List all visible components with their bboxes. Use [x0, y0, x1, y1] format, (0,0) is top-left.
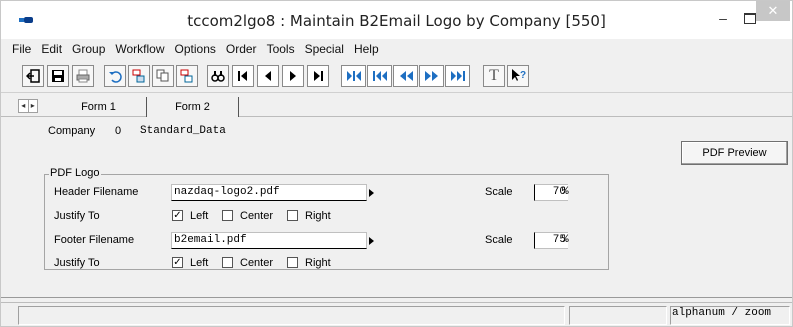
menu-order[interactable]: Order: [221, 42, 262, 56]
footer-justify-right-checkbox[interactable]: [287, 257, 298, 268]
status-info-cell: [569, 306, 667, 325]
svg-text:?: ?: [520, 70, 526, 81]
menu-special[interactable]: Special: [300, 42, 349, 56]
header-justify-label: Justify To: [54, 210, 100, 222]
company-label: Company: [48, 125, 96, 137]
footer-justify-center-checkbox[interactable]: [222, 257, 233, 268]
menu-workflow[interactable]: Workflow: [110, 42, 169, 56]
delete-record-icon[interactable]: [176, 65, 198, 87]
tab-form-1[interactable]: Form 1: [51, 97, 147, 117]
footer-justify-label: Justify To: [54, 257, 100, 269]
company-number: 0: [115, 125, 122, 137]
header-filename-field[interactable]: nazdaq-logo2.pdf: [171, 184, 367, 201]
tab-scroll-left-icon[interactable]: ◂: [19, 100, 28, 112]
last-set-icon[interactable]: [445, 65, 470, 87]
header-filename-label: Header Filename: [54, 186, 139, 198]
insert-record-icon[interactable]: [128, 65, 150, 87]
print-icon[interactable]: [72, 65, 94, 87]
window-title: tccom2lgo8 : Maintain B2Email Logo by Co…: [187, 12, 606, 30]
form-content: Company 0 Standard_Data PDF Preview PDF …: [1, 118, 792, 298]
header-scale-label: Scale: [485, 186, 513, 198]
status-message-cell: [18, 306, 565, 325]
undo-icon[interactable]: [104, 65, 126, 87]
footer-filename-zoom-icon[interactable]: [369, 237, 374, 245]
tab-scroll-buttons[interactable]: ◂ ▸: [18, 99, 38, 113]
header-justify-center-label: Center: [240, 210, 274, 222]
toolbar: T ?: [1, 59, 792, 93]
header-justify-right-label: Right: [305, 210, 331, 222]
header-justify-center-checkbox[interactable]: [222, 210, 233, 221]
copy-record-icon[interactable]: [152, 65, 174, 87]
pdf-preview-button[interactable]: PDF Preview: [681, 141, 788, 165]
last-record-icon[interactable]: [307, 65, 329, 87]
previous-record-icon[interactable]: [257, 65, 279, 87]
footer-justify-left-label: Left: [190, 257, 209, 269]
header-justify-left-label: Left: [190, 210, 209, 222]
first-set-icon[interactable]: [341, 65, 366, 87]
save-icon[interactable]: [47, 65, 69, 87]
find-icon[interactable]: [207, 65, 229, 87]
pdf-logo-legend: PDF Logo: [49, 167, 101, 179]
footer-scale-label: Scale: [485, 234, 513, 246]
menu-edit[interactable]: Edit: [36, 42, 67, 56]
main-window: tccom2lgo8 : Maintain B2Email Logo by Co…: [0, 0, 793, 327]
previous-group-icon[interactable]: [393, 65, 418, 87]
company-name: Standard_Data: [140, 125, 226, 137]
menu-help[interactable]: Help: [349, 42, 384, 56]
footer-filename-label: Footer Filename: [54, 234, 135, 246]
menu-options[interactable]: Options: [170, 42, 221, 56]
previous-set-icon[interactable]: [367, 65, 392, 87]
status-mode-text: alphanum / zoom: [672, 307, 772, 319]
header-filename-zoom-icon[interactable]: [369, 189, 374, 197]
separator-line: [1, 297, 792, 298]
minimize-button[interactable]: –: [710, 11, 736, 29]
next-record-icon[interactable]: [282, 65, 304, 87]
first-record-icon[interactable]: [232, 65, 254, 87]
footer-justify-center-label: Center: [240, 257, 274, 269]
menu-tools[interactable]: Tools: [262, 42, 300, 56]
header-justify-right-checkbox[interactable]: [287, 210, 298, 221]
footer-filename-field[interactable]: b2email.pdf: [171, 232, 367, 249]
menu-file[interactable]: File: [7, 42, 36, 56]
tab-bar: ◂ ▸ Form 1 Form 2: [1, 95, 792, 117]
header-justify-left-checkbox[interactable]: ✓: [172, 210, 183, 221]
footer-scale-percent: %: [562, 234, 569, 246]
exit-icon[interactable]: [22, 65, 44, 87]
title-bar: tccom2lgo8 : Maintain B2Email Logo by Co…: [1, 1, 792, 39]
next-group-icon[interactable]: [419, 65, 444, 87]
menu-group[interactable]: Group: [67, 42, 110, 56]
tab-scroll-right-icon[interactable]: ▸: [27, 100, 38, 112]
header-scale-percent: %: [562, 186, 569, 198]
menu-bar: File Edit Group Workflow Options Order T…: [1, 39, 792, 59]
close-button[interactable]: ✕: [756, 1, 790, 21]
footer-justify-left-checkbox[interactable]: ✓: [172, 257, 183, 268]
help-pointer-icon[interactable]: ?: [507, 65, 529, 87]
text-manager-button[interactable]: T: [483, 65, 505, 87]
footer-justify-right-label: Right: [305, 257, 331, 269]
tab-form-2[interactable]: Form 2: [147, 97, 239, 117]
